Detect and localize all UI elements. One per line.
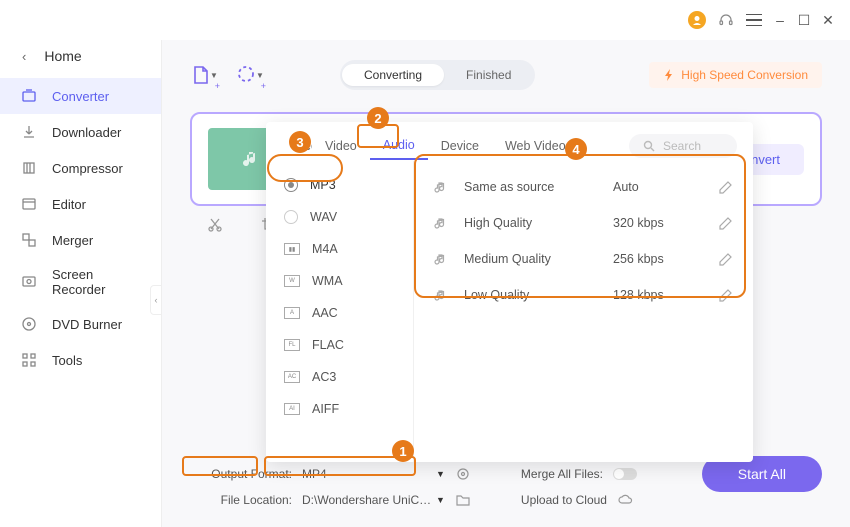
sidebar-item-merger[interactable]: Merger	[0, 222, 161, 258]
sidebar-item-tools[interactable]: Tools	[0, 342, 161, 378]
tab-audio[interactable]: Audio	[370, 132, 428, 160]
sidebar-item-screen-recorder[interactable]: Screen Recorder	[0, 258, 161, 306]
close-button[interactable]: ✕	[822, 14, 834, 26]
home-label: Home	[44, 48, 81, 64]
nav-label: Screen Recorder	[52, 267, 141, 297]
output-format-value: MP4	[302, 467, 432, 481]
chevron-left-icon: ‹	[22, 49, 26, 64]
trim-icon[interactable]	[206, 216, 224, 234]
add-file-button[interactable]: + ▼	[190, 61, 218, 89]
converter-icon	[20, 87, 38, 105]
music-icon	[434, 216, 448, 230]
minimize-button[interactable]: –	[774, 14, 786, 26]
quality-item[interactable]: High Quality 320 kbps	[414, 205, 753, 241]
upload-cloud-label: Upload to Cloud	[521, 493, 607, 507]
compress-icon	[20, 159, 38, 177]
format-item-flac[interactable]: FLFLAC	[266, 329, 413, 361]
format-item-wma[interactable]: WWMA	[266, 265, 413, 297]
sidebar: ‹ Home Converter Downloader Compressor E…	[0, 40, 162, 527]
search-icon	[643, 140, 655, 152]
home-button[interactable]: ‹ Home	[0, 40, 161, 72]
sidebar-item-converter[interactable]: Converter	[0, 78, 161, 114]
sidebar-item-compressor[interactable]: Compressor	[0, 150, 161, 186]
merger-icon	[20, 231, 38, 249]
tab-recent[interactable]: Recent	[282, 133, 312, 159]
music-icon	[434, 180, 448, 194]
edit-icon[interactable]	[719, 216, 733, 230]
merge-toggle[interactable]	[613, 468, 637, 480]
music-icon	[434, 252, 448, 266]
format-item-m4a[interactable]: ▮▮M4A	[266, 233, 413, 265]
search-input[interactable]: Search	[629, 134, 737, 158]
cloud-icon[interactable]	[617, 492, 633, 508]
format-item-wav[interactable]: WAV	[266, 201, 413, 233]
nav-label: Downloader	[52, 125, 121, 140]
chevron-down-icon: ▼	[436, 495, 445, 505]
tools-icon	[20, 351, 38, 369]
music-icon	[434, 288, 448, 302]
download-icon	[20, 123, 38, 141]
nav-label: Editor	[52, 197, 86, 212]
editor-icon	[20, 195, 38, 213]
nav-label: Compressor	[52, 161, 123, 176]
collapse-sidebar-button[interactable]: ‹	[150, 285, 162, 315]
dvd-icon	[20, 315, 38, 333]
recorder-icon	[20, 273, 38, 291]
high-speed-label: High Speed Conversion	[681, 68, 808, 82]
sidebar-item-dvd-burner[interactable]: DVD Burner	[0, 306, 161, 342]
quality-item[interactable]: Medium Quality 256 kbps	[414, 241, 753, 277]
quality-item[interactable]: Same as source Auto	[414, 169, 753, 205]
output-format-label: Output Format:	[190, 467, 292, 481]
edit-icon[interactable]	[719, 288, 733, 302]
segment-control: Converting Finished	[340, 60, 535, 90]
tab-device[interactable]: Device	[428, 133, 492, 159]
chevron-down-icon: ▼	[210, 71, 218, 80]
sidebar-item-editor[interactable]: Editor	[0, 186, 161, 222]
user-avatar[interactable]	[688, 11, 706, 29]
format-list: MP3 WAV ▮▮M4A WWMA AAAC FLFLAC ACAC3 AIA…	[266, 161, 414, 462]
segment-converting[interactable]: Converting	[342, 64, 444, 86]
format-item-mp3[interactable]: MP3	[266, 169, 413, 201]
output-format-select[interactable]: MP4 ▼	[302, 467, 445, 481]
high-speed-badge[interactable]: High Speed Conversion	[649, 62, 822, 88]
add-folder-button[interactable]: + ▼	[236, 61, 264, 89]
search-placeholder: Search	[663, 139, 701, 153]
file-location-value: D:\Wondershare UniConverter 1	[302, 493, 432, 507]
merge-label: Merge All Files:	[521, 467, 603, 481]
plus-icon: +	[215, 81, 220, 91]
file-location-label: File Location:	[190, 493, 292, 507]
segment-finished[interactable]: Finished	[444, 64, 533, 86]
format-item-aac[interactable]: AAAC	[266, 297, 413, 329]
quality-item[interactable]: Low Quality 128 kbps	[414, 277, 753, 313]
folder-icon[interactable]	[455, 492, 471, 508]
format-panel: Recent Video Audio Device Web Video Sear…	[266, 122, 753, 462]
nav-label: Converter	[52, 89, 109, 104]
support-icon[interactable]	[718, 12, 734, 28]
bolt-icon	[663, 69, 675, 81]
nav-label: DVD Burner	[52, 317, 122, 332]
nav-label: Merger	[52, 233, 93, 248]
format-item-aiff[interactable]: AIAIFF	[266, 393, 413, 425]
format-item-ac3[interactable]: ACAC3	[266, 361, 413, 393]
sidebar-item-downloader[interactable]: Downloader	[0, 114, 161, 150]
quality-list: Same as source Auto High Quality 320 kbp…	[414, 161, 753, 462]
tab-video[interactable]: Video	[312, 133, 370, 159]
file-location-select[interactable]: D:\Wondershare UniConverter 1 ▼	[302, 493, 445, 507]
tab-web-video[interactable]: Web Video	[492, 133, 579, 159]
gear-icon[interactable]	[455, 466, 471, 482]
edit-icon[interactable]	[719, 252, 733, 266]
menu-icon[interactable]	[746, 12, 762, 28]
chevron-down-icon: ▼	[436, 469, 445, 479]
maximize-button[interactable]: ☐	[798, 14, 810, 26]
plus-icon: +	[261, 81, 266, 91]
nav-label: Tools	[52, 353, 82, 368]
edit-icon[interactable]	[719, 180, 733, 194]
chevron-down-icon: ▼	[256, 71, 264, 80]
